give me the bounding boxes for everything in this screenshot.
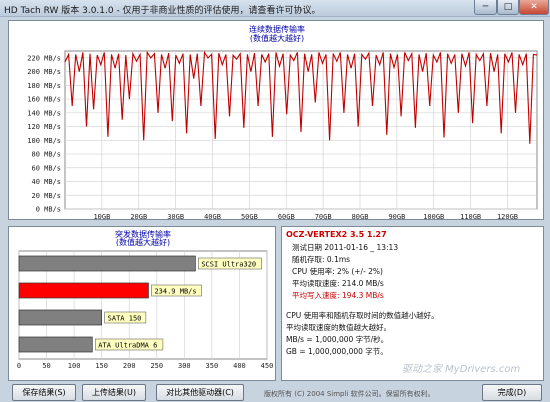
y-tick-label: 100 MB/s	[27, 137, 61, 145]
burst-bar	[18, 255, 196, 272]
maximize-button[interactable]: □	[497, 0, 519, 15]
x-tick-label: 20GB	[130, 213, 147, 221]
x-tick-label: 70GB	[315, 213, 332, 221]
note-gb: GB = 1,000,000,000 字节。	[286, 347, 388, 356]
x-tick-label: 90GB	[388, 213, 405, 221]
cpu-usage: CPU 使用率: 2% (+/- 2%)	[292, 267, 383, 276]
window-title: HD Tach RW 版本 3.0.1.0 - 仅用于非商业性质的评估使用，请查…	[4, 6, 321, 16]
test-date: 测试日期 2011-01-16 _ 13:13	[292, 243, 399, 252]
burst-panel: 突发数据传输率 (数值越大越好) 0 50 100 150 200 250 300 350 40…	[8, 226, 276, 381]
y-tick-label: 220 MB/s	[27, 54, 61, 62]
note-mbs: MB/s = 1,000,000 字节/秒。	[286, 335, 389, 344]
burst-tick-label: 0	[17, 362, 21, 370]
burst-tick-label: 400	[233, 362, 246, 370]
minimize-button[interactable]: ─	[474, 0, 497, 15]
burst-bar-label: SCSI Ultra320	[201, 261, 256, 269]
y-tick-label: 140 MB/s	[27, 109, 61, 117]
x-tick-label: 60GB	[278, 213, 295, 221]
note-read: 平均读取速度的数值越大越好。	[286, 323, 391, 332]
x-tick-label: 10GB	[93, 213, 110, 221]
y-tick-label: 60 MB/s	[31, 164, 61, 172]
burst-bar	[18, 282, 149, 299]
y-tick-label: 0 MB/s	[36, 206, 61, 214]
x-tick-label: 30GB	[167, 213, 184, 221]
x-tick-label: 50GB	[241, 213, 258, 221]
save-results-button[interactable]: 保存结果(S)	[12, 384, 76, 401]
y-tick-label: 40 MB/s	[31, 178, 61, 186]
burst-bar-label: 234.9 MB/s	[154, 288, 196, 296]
sequential-panel: 连续数据传输率 (数值越大越好) 0 MB/s 20 MB/s 40 MB/s 60 …	[8, 20, 544, 221]
y-tick-label: 80 MB/s	[31, 151, 61, 159]
burst-bar-label: ATA UltraDMA 6	[98, 342, 157, 350]
burst-bar	[18, 309, 103, 326]
sequential-chart: 0 MB/s 20 MB/s 40 MB/s 60 MB/s 80 MB/s 100 MB…	[27, 50, 538, 221]
y-tick-label: 180 MB/s	[27, 82, 61, 90]
close-button[interactable]: ✕	[519, 0, 549, 15]
compare-drives-button[interactable]: 对比其他驱动器(C)	[156, 384, 244, 401]
info-panel: OCZ-VERTEX2 3.5 1.27 测试日期 2011-01-16 _ 1…	[281, 226, 544, 381]
burst-tick-label: 50	[42, 362, 50, 370]
note-cpu: CPU 使用率和随机存取时间的数值越小越好。	[286, 311, 439, 320]
title-bar: HD Tach RW 版本 3.0.1.0 - 仅用于非商业性质的评估使用，请查…	[0, 0, 550, 17]
done-button[interactable]: 完成(D)	[482, 384, 542, 401]
burst-bar	[18, 336, 93, 353]
burst-tick-label: 250	[150, 362, 163, 370]
burst-tick-label: 350	[206, 362, 219, 370]
burst-tick-label: 300	[178, 362, 191, 370]
x-tick-label: 80GB	[352, 213, 369, 221]
avg-write: 平均写入速度: 194.3 MB/s	[292, 291, 384, 300]
avg-read: 平均读取速度: 214.0 MB/s	[292, 279, 384, 288]
x-tick-label: 120GB	[497, 213, 518, 221]
upload-results-button[interactable]: 上传结果(U)	[82, 384, 146, 401]
x-tick-label: 100GB	[423, 213, 444, 221]
burst-bar-label: SATA 150	[108, 315, 142, 323]
watermark: 驱动之家 MyDrivers.com	[402, 364, 521, 375]
y-tick-label: 20 MB/s	[31, 192, 61, 200]
x-tick-label: 40GB	[204, 213, 221, 221]
burst-tick-label: 100	[68, 362, 81, 370]
device-name: OCZ-VERTEX2 3.5 1.27	[286, 230, 387, 239]
random-access: 随机存取: 0.1ms	[292, 255, 351, 264]
burst-tick-label: 200	[123, 362, 136, 370]
burst-tick-label: 450	[261, 362, 274, 370]
y-tick-label: 120 MB/s	[27, 123, 61, 131]
burst-tick-label: 150	[95, 362, 108, 370]
y-tick-label: 200 MB/s	[27, 68, 61, 76]
burst-chart: 0 50 100 150 200 250 300 350 400 450 SCSI Ultra320…	[17, 250, 274, 370]
copyright-text: 版权所有 (C) 2004 Simpli 软件公司。保留所有权利。	[264, 390, 435, 398]
x-tick-label: 110GB	[460, 213, 481, 221]
y-tick-label: 160 MB/s	[27, 96, 61, 104]
